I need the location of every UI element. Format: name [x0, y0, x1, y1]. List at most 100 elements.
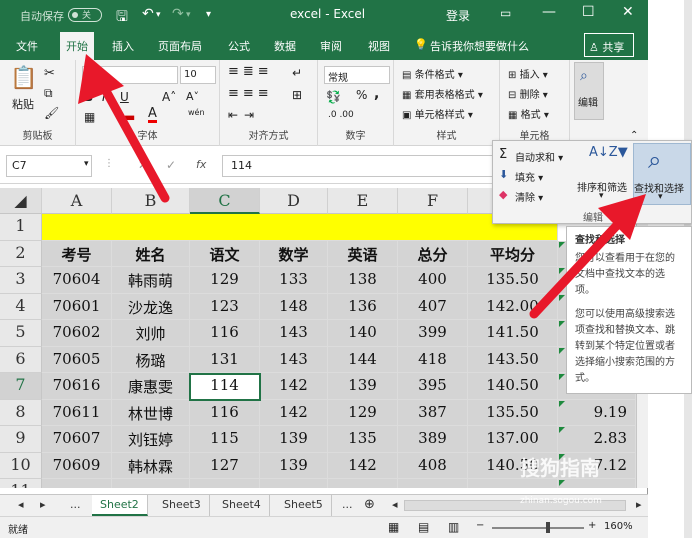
comma-button[interactable]: , — [374, 86, 379, 102]
table-cell[interactable]: 418 — [398, 346, 468, 373]
more-sheets-left[interactable]: ... — [62, 495, 89, 516]
merged-title-cell[interactable] — [42, 214, 558, 241]
save-icon[interactable]: 🖫 — [116, 6, 128, 30]
customize-qat-icon[interactable]: ▾ — [206, 9, 211, 20]
table-cell[interactable]: 136 — [328, 293, 398, 320]
sheet-tab-sheet5[interactable]: Sheet5 — [276, 495, 332, 516]
row-header[interactable]: 3 — [0, 267, 42, 294]
table-cell[interactable]: 139 — [328, 373, 398, 400]
share-button[interactable]: ♙ 共享 — [584, 33, 634, 57]
row-header[interactable]: 8 — [0, 399, 42, 426]
tab-page-layout[interactable]: 页面布局 — [158, 38, 202, 54]
header-cell[interactable]: 姓名 — [112, 240, 190, 267]
table-cell[interactable]: 387 — [398, 399, 468, 426]
table-cell[interactable]: 刘帅 — [112, 320, 190, 347]
row-header[interactable]: 4 — [0, 293, 42, 320]
table-cell[interactable]: 韩林霖 — [112, 452, 190, 479]
table-cell[interactable] — [42, 479, 112, 488]
editing-button[interactable]: 编辑 — [578, 94, 598, 109]
tab-data[interactable]: 数据 — [274, 38, 296, 54]
font-name-box[interactable]: 宋体 — [82, 66, 178, 84]
table-cell[interactable]: 139 — [260, 426, 328, 453]
header-cell[interactable]: 总分 — [398, 240, 468, 267]
table-cell[interactable]: 韩雨萌 — [112, 267, 190, 294]
table-cell[interactable]: 70605 — [42, 346, 112, 373]
cell-styles-button[interactable]: ▣ 单元格样式 ▾ — [402, 106, 473, 121]
table-cell[interactable]: 70601 — [42, 293, 112, 320]
hscroll-left-icon[interactable]: ◂ — [384, 495, 406, 516]
grow-font-icon[interactable]: A˄ — [162, 90, 176, 104]
cut-icon[interactable]: ✂ — [44, 66, 55, 81]
table-cell[interactable]: 135.50 — [468, 267, 558, 294]
minimize-icon[interactable]: — — [542, 4, 556, 20]
underline-button[interactable]: U — [120, 90, 129, 104]
row-header[interactable]: 6 — [0, 346, 42, 373]
sheet-tab-sheet2[interactable]: Sheet2 — [92, 495, 148, 516]
table-cell[interactable]: 70607 — [42, 426, 112, 453]
table-cell[interactable]: 143.50 — [468, 346, 558, 373]
table-cell[interactable]: 沙龙逸 — [112, 293, 190, 320]
currency-icon[interactable]: 💱 — [326, 90, 341, 104]
zoom-level[interactable]: 160% — [604, 521, 633, 532]
table-cell[interactable]: 70616 — [42, 373, 112, 400]
row-header[interactable]: 5 — [0, 320, 42, 347]
table-cell[interactable]: 407 — [398, 293, 468, 320]
editing-button-bg[interactable] — [574, 62, 604, 120]
table-cell[interactable]: 148 — [260, 293, 328, 320]
table-cell[interactable]: 135.50 — [468, 399, 558, 426]
table-cell[interactable]: 139 — [260, 452, 328, 479]
wrap-text-icon[interactable]: ↵ — [292, 66, 302, 80]
table-cell[interactable]: 137.00 — [468, 426, 558, 453]
column-header-d[interactable]: D — [260, 188, 328, 214]
scroll-right-icon[interactable]: ▸ — [32, 495, 54, 516]
table-cell[interactable]: 刘钰婷 — [112, 426, 190, 453]
table-cell[interactable]: 133 — [260, 267, 328, 294]
table-cell[interactable]: 143 — [260, 346, 328, 373]
tab-file[interactable]: 文件 — [16, 38, 38, 54]
table-cell[interactable]: 140 — [328, 320, 398, 347]
tab-review[interactable]: 审阅 — [320, 38, 342, 54]
table-cell[interactable]: 138 — [328, 267, 398, 294]
font-size-box[interactable]: 10 — [180, 66, 216, 84]
row-header[interactable]: 9 — [0, 426, 42, 453]
format-cells-button[interactable]: ▦ 格式 ▾ — [508, 106, 549, 121]
column-header-e[interactable]: E — [328, 188, 398, 214]
percent-button[interactable]: % — [356, 88, 367, 102]
maximize-icon[interactable]: ☐ — [582, 4, 595, 20]
shrink-font-icon[interactable]: A˅ — [186, 90, 199, 103]
table-cell[interactable]: 142 — [328, 452, 398, 479]
hscroll-right-icon[interactable]: ▸ — [628, 495, 650, 516]
row-header[interactable]: 1 — [0, 214, 42, 241]
tab-insert[interactable]: 插入 — [112, 38, 134, 54]
column-header-b[interactable]: B — [112, 188, 190, 214]
column-header-c[interactable]: C — [190, 188, 260, 214]
confirm-entry-icon[interactable]: ✓ — [166, 158, 176, 172]
table-cell[interactable]: 389 — [398, 426, 468, 453]
table-cell[interactable] — [398, 479, 468, 488]
table-cell[interactable]: 143 — [260, 320, 328, 347]
table-cell[interactable]: 135 — [328, 426, 398, 453]
tab-view[interactable]: 视图 — [368, 38, 390, 54]
row-header[interactable]: 2 — [0, 240, 42, 267]
table-cell[interactable]: 杨璐 — [112, 346, 190, 373]
row-header[interactable]: 7 — [0, 373, 42, 400]
login-button[interactable]: 登录 — [446, 7, 470, 24]
table-cell[interactable]: 70611 — [42, 399, 112, 426]
delete-cells-button[interactable]: ⊟ 删除 ▾ — [508, 86, 548, 101]
decimal-buttons-icon[interactable]: .0 .00 — [328, 110, 354, 120]
table-cell[interactable]: 142 — [260, 399, 328, 426]
table-cell[interactable] — [112, 479, 190, 488]
clear-button[interactable]: 清除 ▾ — [515, 189, 543, 204]
table-cell[interactable]: 116 — [190, 399, 260, 426]
indent-icons[interactable]: ⇤⇥ — [228, 108, 260, 122]
undo-icon[interactable]: ↶ — [142, 6, 154, 22]
sheet-tab-sheet4[interactable]: Sheet4 — [214, 495, 270, 516]
zoom-in-icon[interactable]: + — [588, 520, 596, 531]
table-cell[interactable]: 399 — [398, 320, 468, 347]
table-cell[interactable]: 395 — [398, 373, 468, 400]
vertical-align-icons[interactable]: ≡≣≡ — [228, 64, 273, 79]
select-all-corner[interactable]: ◢ — [0, 188, 42, 214]
tab-formulas[interactable]: 公式 — [228, 38, 250, 54]
paste-button[interactable]: 粘贴 — [12, 96, 34, 112]
zoom-out-icon[interactable]: − — [476, 520, 484, 531]
